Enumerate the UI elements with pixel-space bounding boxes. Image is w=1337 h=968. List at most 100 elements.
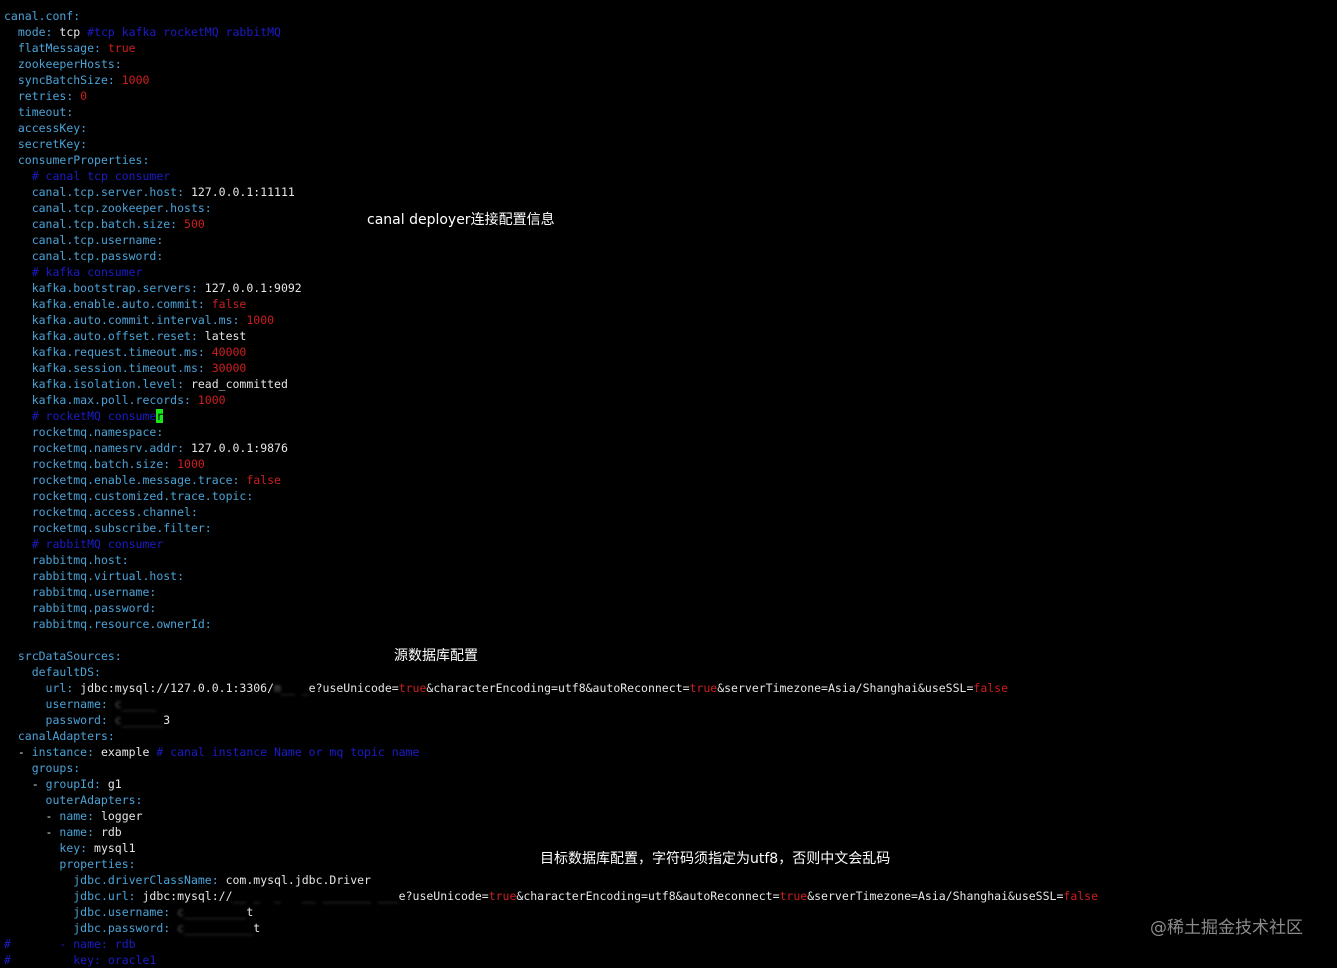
yaml-key: canal.conf:: [4, 9, 81, 23]
yaml-comment: # - name: rdb: [4, 937, 136, 951]
yaml-key: rabbitmq.host:: [31, 553, 129, 567]
code-line: canal.tcp.username:: [4, 232, 164, 248]
yaml-value: e?useUnicode=: [398, 889, 489, 903]
yaml-key: syncBatchSize:: [17, 73, 115, 87]
yaml-value: g1: [100, 777, 122, 791]
yaml-value: rdb: [94, 825, 122, 839]
yaml-key: kafka.auto.commit.interval.ms:: [31, 313, 240, 327]
code-line: # rocketMQ consumer: [4, 408, 164, 424]
yaml-literal: true: [100, 41, 136, 55]
code-line: # canal tcp consumer: [4, 168, 170, 184]
code-line: flatMessage: true: [4, 40, 136, 56]
yaml-key: jdbc.username:: [73, 905, 171, 919]
yaml-value: -: [31, 777, 46, 791]
yaml-value: mysql1: [87, 841, 136, 855]
yaml-value: t: [253, 921, 261, 935]
code-line: rocketmq.enable.message.trace: false: [4, 472, 281, 488]
code-line: rabbitmq.username:: [4, 584, 157, 600]
code-line: kafka.auto.commit.interval.ms: 1000: [4, 312, 274, 328]
code-line: mode: tcp #tcp kafka rocketMQ rabbitMQ: [4, 24, 281, 40]
yaml-key: srcDataSources:: [17, 649, 122, 663]
yaml-comment: #tcp kafka rocketMQ rabbitMQ: [87, 25, 281, 39]
yaml-key: rocketmq.access.channel:: [31, 505, 198, 519]
yaml-key: kafka.max.poll.records:: [31, 393, 191, 407]
yaml-literal: 1000: [170, 457, 205, 471]
code-line: zookeeperHosts:: [4, 56, 122, 72]
yaml-key: jdbc.url:: [73, 889, 136, 903]
yaml-key: name:: [59, 809, 95, 823]
yaml-key: canal.tcp.username:: [31, 233, 164, 247]
code-line: kafka.isolation.level: read_committed: [4, 376, 288, 392]
redacted-text: m__ _: [274, 681, 309, 695]
yaml-value: 127.0.0.1:11111: [184, 185, 295, 199]
yaml-value: jdbc:mysql://: [135, 889, 233, 903]
yaml-key: jdbc.password:: [73, 921, 171, 935]
yaml-key: rocketmq.customized.trace.topic:: [31, 489, 254, 503]
yaml-value: &serverTimezone=Asia/Shanghai&useSSL=: [807, 889, 1064, 903]
code-line: kafka.auto.offset.reset: latest: [4, 328, 247, 344]
code-line: - name: logger: [4, 808, 143, 824]
code-line: jdbc.driverClassName: com.mysql.jdbc.Dri…: [4, 872, 371, 888]
yaml-key: kafka.session.timeout.ms:: [31, 361, 205, 375]
yaml-value: -: [17, 745, 32, 759]
code-line: properties:: [4, 856, 135, 872]
yaml-key: rocketmq.enable.message.trace:: [31, 473, 240, 487]
yaml-key: rocketmq.subscribe.filter:: [31, 521, 212, 535]
redacted-text: c__________: [177, 921, 254, 935]
annotation-source-db: 源数据库配置: [394, 648, 478, 664]
yaml-comment: # canal instance Name or mq topic name: [156, 745, 420, 759]
code-line: rabbitmq.virtual.host:: [4, 568, 184, 584]
yaml-value: read_committed: [184, 377, 288, 391]
yaml-value: com.mysql.jdbc.Driver: [218, 873, 371, 887]
code-line: - name: rdb: [4, 824, 122, 840]
yaml-literal: true: [488, 889, 517, 903]
yaml-value: 127.0.0.1:9876: [184, 441, 288, 455]
watermark: @稀土掘金技术社区: [1150, 918, 1303, 938]
yaml-literal: true: [398, 681, 427, 695]
yaml-key: rabbitmq.virtual.host:: [31, 569, 185, 583]
yaml-key: url:: [45, 681, 74, 695]
code-line: consumerProperties:: [4, 152, 150, 168]
code-line: key: mysql1: [4, 840, 136, 856]
yaml-key: kafka.enable.auto.commit:: [31, 297, 205, 311]
yaml-literal: 30000: [204, 361, 247, 375]
code-line: username: c_____: [4, 696, 157, 712]
yaml-key: rocketmq.namesrv.addr:: [31, 441, 185, 455]
code-line: kafka.max.poll.records: 1000: [4, 392, 226, 408]
code-line: rocketmq.batch.size: 1000: [4, 456, 205, 472]
yaml-key: canal.tcp.zookeeper.hosts:: [31, 201, 212, 215]
code-line: defaultDS:: [4, 664, 101, 680]
yaml-comment: # key: oracle1: [4, 953, 157, 967]
yaml-key: groupId:: [45, 777, 101, 791]
yaml-key: kafka.bootstrap.servers:: [31, 281, 198, 295]
code-line: rocketmq.namesrv.addr: 127.0.0.1:9876: [4, 440, 288, 456]
code-line: - groupId: g1: [4, 776, 122, 792]
